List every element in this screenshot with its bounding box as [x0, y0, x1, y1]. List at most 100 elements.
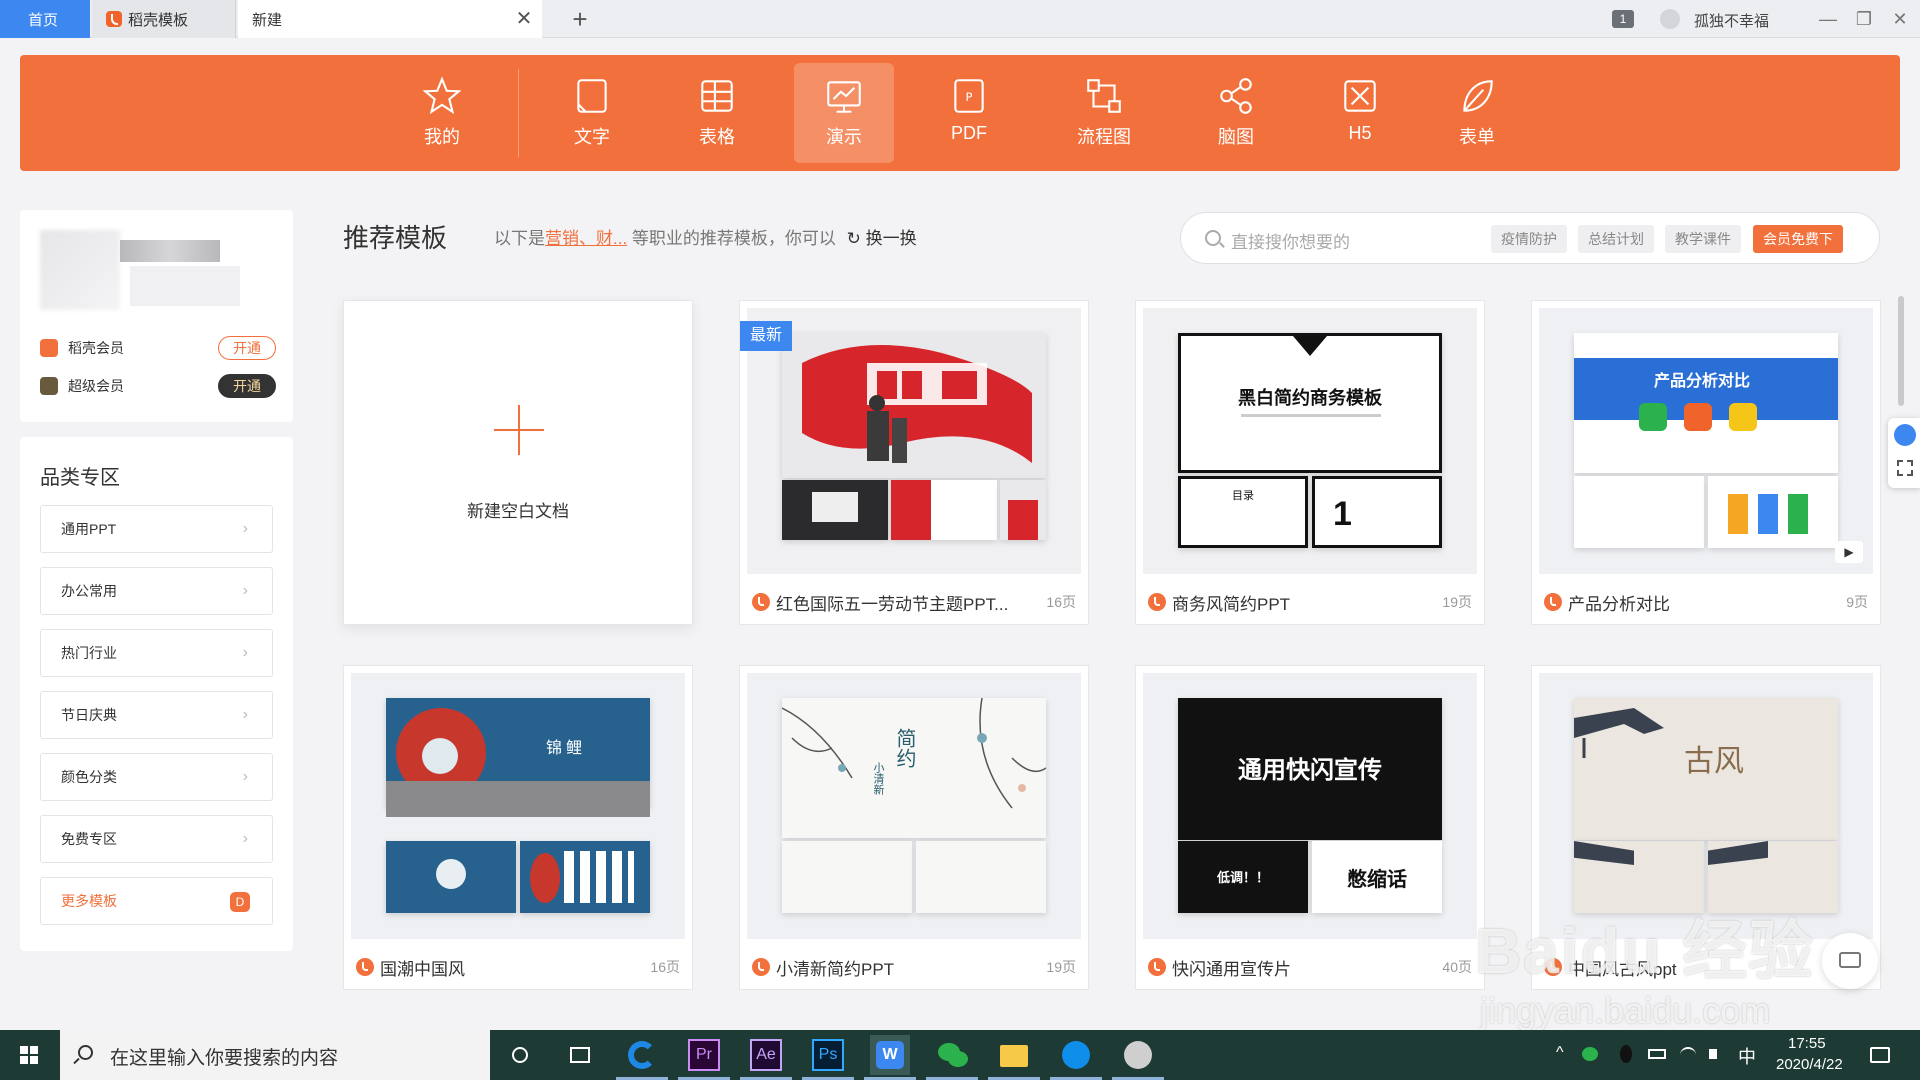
search-input[interactable]: 直接搜你想要的 [1231, 228, 1350, 253]
username[interactable]: 孤独不幸福 [1694, 10, 1769, 31]
teamviewer-icon[interactable] [1050, 1035, 1102, 1080]
cat-flowchart[interactable]: 流程图 [1054, 63, 1154, 163]
chevron-right-icon: › [242, 644, 248, 661]
cat-presentation[interactable]: 演示 [794, 63, 894, 163]
chevron-right-icon: › [242, 768, 248, 785]
more-templates-button[interactable]: 更多模板 D [40, 877, 273, 925]
open-super-vip-button[interactable]: 开通 [218, 374, 276, 398]
tab-new[interactable]: 新建 ✕ [238, 0, 542, 38]
slide-art [802, 345, 1032, 463]
window-count-badge[interactable]: 1 [1612, 10, 1634, 28]
cat-label: PDF [951, 123, 987, 143]
wps-icon[interactable]: W [864, 1035, 916, 1080]
taskview-icon[interactable] [560, 1035, 600, 1075]
vip-free-download-tag[interactable]: 会员免费下 [1753, 225, 1843, 253]
add-tab-button[interactable]: + [566, 4, 594, 34]
cortana-icon[interactable] [500, 1035, 540, 1075]
user-avatar-icon[interactable] [1660, 9, 1680, 29]
cat-h5[interactable]: H5 [1310, 63, 1410, 163]
edge-icon[interactable] [616, 1035, 668, 1080]
cat-mindmap[interactable]: 脑图 [1186, 63, 1286, 163]
template-search[interactable]: 直接搜你想要的 疫情防护 总结计划 教学课件 会员免费下 [1180, 212, 1880, 264]
template-name: 产品分析对比 [1568, 594, 1670, 614]
profession-link[interactable]: 营销、财... [545, 229, 627, 248]
category-item[interactable]: 通用PPT › [40, 505, 273, 553]
windows-start-icon[interactable] [0, 1030, 60, 1080]
super-vip-row: 超级会员 开通 [40, 372, 276, 400]
slide-preview [386, 841, 516, 913]
category-item[interactable]: 颜色分类 › [40, 753, 273, 801]
cat-mine[interactable]: 我的 [392, 63, 492, 163]
docer-badge-icon: D [230, 892, 250, 912]
category-item-label: 节日庆典 [61, 707, 117, 723]
clock-date[interactable]: 2020/4/22 [1776, 1056, 1843, 1073]
cat-writer[interactable]: 文字 [542, 63, 642, 163]
slide-text: 低调！！ [1216, 870, 1269, 885]
category-item-label: 颜色分类 [61, 769, 117, 785]
battery-icon[interactable] [1646, 1035, 1668, 1075]
ime-indicator[interactable]: 中 [1738, 1043, 1756, 1069]
template-card[interactable]: 简约 小清新 小清新简约PPT 19页 [739, 665, 1089, 990]
premiere-icon[interactable]: Pr [678, 1035, 730, 1080]
docer-icon [1148, 958, 1166, 976]
category-item[interactable]: 热门行业 › [40, 629, 273, 677]
wechat-icon[interactable] [926, 1035, 978, 1080]
template-card[interactable]: 最新 红色国际五一劳动节主题PPT... 16页 [739, 300, 1089, 625]
taskbar-search-input[interactable]: 在这里输入你要搜索的内容 [110, 1043, 338, 1070]
template-card[interactable]: 通用快闪宣传 低调！！ 憋缩话 快闪通用宣传片 40页 [1135, 665, 1485, 990]
taskbar-search[interactable]: 在这里输入你要搜索的内容 [60, 1030, 490, 1080]
cat-sheet[interactable]: 表格 [667, 63, 767, 163]
aftereffects-icon[interactable]: Ae [740, 1035, 792, 1080]
fullscreen-icon[interactable] [1897, 460, 1913, 476]
search-tag[interactable]: 疫情防护 [1491, 225, 1567, 253]
volume-icon[interactable] [1706, 1035, 1728, 1075]
switch-icon[interactable] [1894, 424, 1916, 446]
more-templates-label: 更多模板 [61, 893, 117, 909]
avatar[interactable] [40, 230, 120, 310]
page-count: 9页 [1846, 594, 1868, 610]
search-tag[interactable]: 教学课件 [1665, 225, 1741, 253]
swap-label: 换一换 [865, 229, 917, 248]
explorer-icon[interactable] [988, 1035, 1040, 1080]
tab-home[interactable]: 首页 [0, 0, 90, 38]
template-name: 商务风简约PPT [1172, 594, 1291, 614]
wifi-icon[interactable] [1678, 1035, 1700, 1075]
open-docer-vip-button[interactable]: 开通 [218, 336, 276, 360]
tray-expand-icon[interactable]: ^ [1556, 1044, 1564, 1062]
template-card[interactable]: 锦鲤 国潮中国风 16页 [343, 665, 693, 990]
minimize-button[interactable]: — [1810, 4, 1846, 34]
slide-preview: 低调！！ [1178, 841, 1308, 913]
cat-pdf[interactable]: P PDF [919, 63, 1019, 163]
play-icon[interactable]: ▶ [1835, 541, 1863, 563]
new-blank-document-card[interactable]: 新建空白文档 [343, 300, 693, 625]
close-tab-icon[interactable]: ✕ [514, 9, 534, 29]
avatar-app-icon[interactable] [1112, 1035, 1164, 1080]
tray-qq-icon[interactable] [1616, 1035, 1636, 1075]
category-item[interactable]: 节日庆典 › [40, 691, 273, 739]
cat-form[interactable]: 表单 [1427, 63, 1527, 163]
scrollbar[interactable] [1898, 296, 1904, 406]
close-window-button[interactable]: ✕ [1882, 4, 1918, 34]
search-tag[interactable]: 总结计划 [1578, 225, 1654, 253]
slide-title: 古风 [1684, 745, 1744, 778]
template-card-footer: 小清新简约PPT 19页 [752, 954, 1076, 980]
category-item-label: 办公常用 [61, 583, 117, 599]
restore-button[interactable]: ❐ [1846, 4, 1882, 34]
user-panel: 稻壳会员 开通 超级会员 开通 [20, 210, 293, 422]
chat-button[interactable] [1822, 933, 1878, 989]
swap-button[interactable]: ↻ 换一换 [847, 229, 917, 248]
category-item[interactable]: 办公常用 › [40, 567, 273, 615]
tray-wechat-icon[interactable] [1580, 1035, 1600, 1075]
side-tools[interactable] [1888, 418, 1920, 488]
template-card[interactable]: 黑白简约商务模板 目录 1 商务风简约PPT 19页 [1135, 300, 1485, 625]
form-icon [1463, 80, 1493, 112]
notification-icon[interactable] [1864, 1035, 1894, 1075]
template-card[interactable]: 产品分析对比 ▶ 产品分析对比 9页 [1531, 300, 1881, 625]
chat-icon [1839, 952, 1861, 968]
slide-preview [916, 841, 1046, 913]
clock-time[interactable]: 17:55 [1788, 1035, 1826, 1052]
category-item[interactable]: 免费专区 › [40, 815, 273, 863]
photoshop-icon[interactable]: Ps [802, 1035, 854, 1080]
page-count: 16页 [1046, 594, 1076, 610]
tab-docer[interactable]: 稻壳模板 [92, 0, 236, 38]
